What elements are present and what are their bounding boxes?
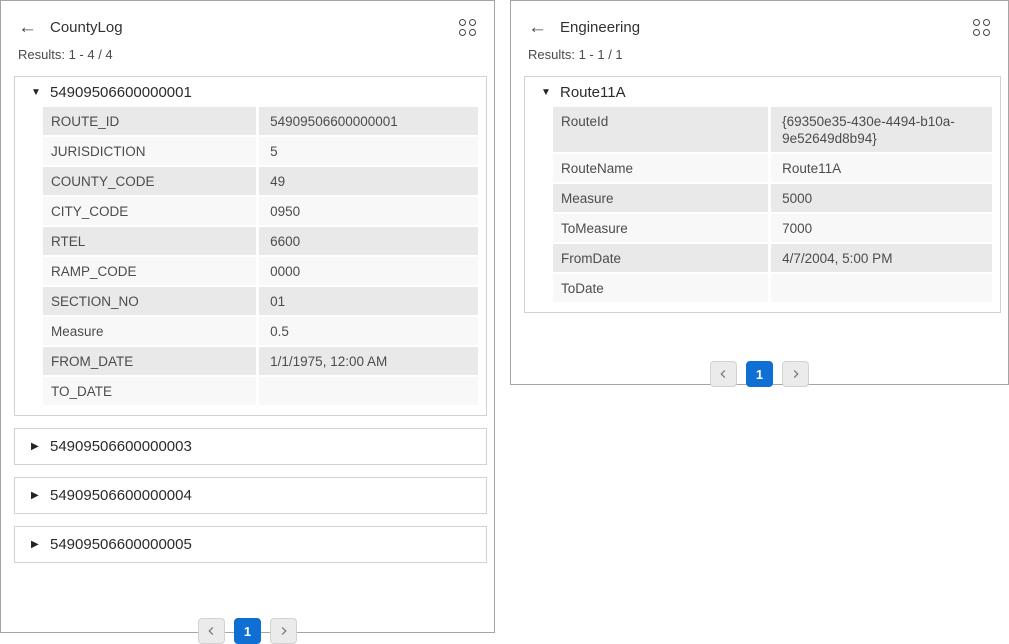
table-row: Measure 0.5 <box>43 317 478 345</box>
field-name: ToDate <box>553 274 768 302</box>
feature-header[interactable]: ▼ 54909506600000001 <box>15 77 486 106</box>
field-value: 1/1/1975, 12:00 AM <box>256 347 478 375</box>
field-name: COUNTY_CODE <box>43 167 256 195</box>
field-value: 49 <box>256 167 478 195</box>
table-row: CITY_CODE 0950 <box>43 197 478 225</box>
page-title: CountyLog <box>50 19 123 36</box>
dock-actions-icon[interactable] <box>971 17 992 38</box>
field-name: RAMP_CODE <box>43 257 256 285</box>
current-page-button[interactable]: 1 <box>234 618 261 644</box>
current-page-button[interactable]: 1 <box>746 361 773 387</box>
field-value: 5 <box>256 137 478 165</box>
table-row: ROUTE_ID 54909506600000001 <box>43 107 478 135</box>
field-value: 54909506600000001 <box>256 107 478 135</box>
table-row: JURISDICTION 5 <box>43 137 478 165</box>
field-name: FROM_DATE <box>43 347 256 375</box>
next-page-button[interactable] <box>270 618 297 644</box>
field-name: FromDate <box>553 244 768 272</box>
pagination: 1 <box>511 361 1008 387</box>
table-row: ToMeasure 7000 <box>553 214 992 242</box>
caret-right-icon: ▶ <box>31 442 42 452</box>
field-name: RouteName <box>553 154 768 182</box>
feature-item-collapsed: ▶ 54909506600000005 <box>14 526 487 563</box>
feature-header[interactable]: ▶ 54909506600000003 <box>15 429 486 464</box>
field-name: Measure <box>43 317 256 345</box>
chevron-right-icon <box>791 369 800 379</box>
page-title: Engineering <box>560 19 640 36</box>
feature-header[interactable]: ▶ 54909506600000005 <box>15 527 486 562</box>
feature-title: 54909506600000001 <box>50 84 192 101</box>
pagination: 1 <box>1 618 494 644</box>
table-row: RTEL 6600 <box>43 227 478 255</box>
results-count: Results: 1 - 4 / 4 <box>1 47 494 62</box>
table-row: COUNTY_CODE 49 <box>43 167 478 195</box>
dock-actions-icon[interactable] <box>457 17 478 38</box>
attribute-table: ROUTE_ID 54909506600000001 JURISDICTION … <box>43 107 478 405</box>
countylog-panel: ← CountyLog Results: 1 - 4 / 4 ▼ 5490950… <box>0 0 495 633</box>
field-value: 0950 <box>256 197 478 225</box>
results-count: Results: 1 - 1 / 1 <box>511 47 1008 62</box>
field-name: RTEL <box>43 227 256 255</box>
field-value <box>768 274 992 302</box>
engineering-panel: ← Engineering Results: 1 - 1 / 1 ▼ Route… <box>510 0 1009 385</box>
feature-header[interactable]: ▶ 54909506600000004 <box>15 478 486 513</box>
chevron-left-icon <box>207 626 216 636</box>
field-value: 5000 <box>768 184 992 212</box>
back-icon[interactable]: ← <box>18 18 37 37</box>
caret-down-icon: ▼ <box>541 88 552 98</box>
feature-title: Route11A <box>560 84 626 101</box>
panel-header: ← CountyLog <box>1 1 494 43</box>
next-page-button[interactable] <box>782 361 809 387</box>
field-value <box>256 377 478 405</box>
table-row: FromDate 4/7/2004, 5:00 PM <box>553 244 992 272</box>
field-value: 0000 <box>256 257 478 285</box>
feature-item-collapsed: ▶ 54909506600000003 <box>14 428 487 465</box>
field-name: SECTION_NO <box>43 287 256 315</box>
panel-header: ← Engineering <box>511 1 1008 43</box>
table-row: RAMP_CODE 0000 <box>43 257 478 285</box>
table-row: RouteName Route11A <box>553 154 992 182</box>
feature-title: 54909506600000004 <box>50 487 192 504</box>
feature-title: 54909506600000005 <box>50 536 192 553</box>
chevron-left-icon <box>719 369 728 379</box>
table-row: ToDate <box>553 274 992 302</box>
table-row: FROM_DATE 1/1/1975, 12:00 AM <box>43 347 478 375</box>
caret-right-icon: ▶ <box>31 540 42 550</box>
feature-item-expanded: ▼ Route11A RouteId {69350e35-430e-4494-b… <box>524 76 1001 313</box>
table-row: SECTION_NO 01 <box>43 287 478 315</box>
feature-header[interactable]: ▼ Route11A <box>525 77 1000 106</box>
attribute-table: RouteId {69350e35-430e-4494-b10a-9e52649… <box>553 107 992 302</box>
field-value: Route11A <box>768 154 992 182</box>
feature-item-expanded: ▼ 54909506600000001 ROUTE_ID 54909506600… <box>14 76 487 416</box>
previous-page-button[interactable] <box>710 361 737 387</box>
previous-page-button[interactable] <box>198 618 225 644</box>
field-name: CITY_CODE <box>43 197 256 225</box>
field-name: ROUTE_ID <box>43 107 256 135</box>
table-row: RouteId {69350e35-430e-4494-b10a-9e52649… <box>553 107 992 152</box>
feature-title: 54909506600000003 <box>50 438 192 455</box>
field-value: 0.5 <box>256 317 478 345</box>
caret-down-icon: ▼ <box>31 88 42 98</box>
field-value: 6600 <box>256 227 478 255</box>
field-value: 4/7/2004, 5:00 PM <box>768 244 992 272</box>
field-name: RouteId <box>553 107 768 152</box>
feature-item-collapsed: ▶ 54909506600000004 <box>14 477 487 514</box>
table-row: Measure 5000 <box>553 184 992 212</box>
field-value: 01 <box>256 287 478 315</box>
field-value: {69350e35-430e-4494-b10a-9e52649d8b94} <box>768 107 992 152</box>
field-value: 7000 <box>768 214 992 242</box>
chevron-right-icon <box>279 626 288 636</box>
field-name: TO_DATE <box>43 377 256 405</box>
caret-right-icon: ▶ <box>31 491 42 501</box>
table-row: TO_DATE <box>43 377 478 405</box>
field-name: JURISDICTION <box>43 137 256 165</box>
field-name: ToMeasure <box>553 214 768 242</box>
back-icon[interactable]: ← <box>528 18 547 37</box>
field-name: Measure <box>553 184 768 212</box>
